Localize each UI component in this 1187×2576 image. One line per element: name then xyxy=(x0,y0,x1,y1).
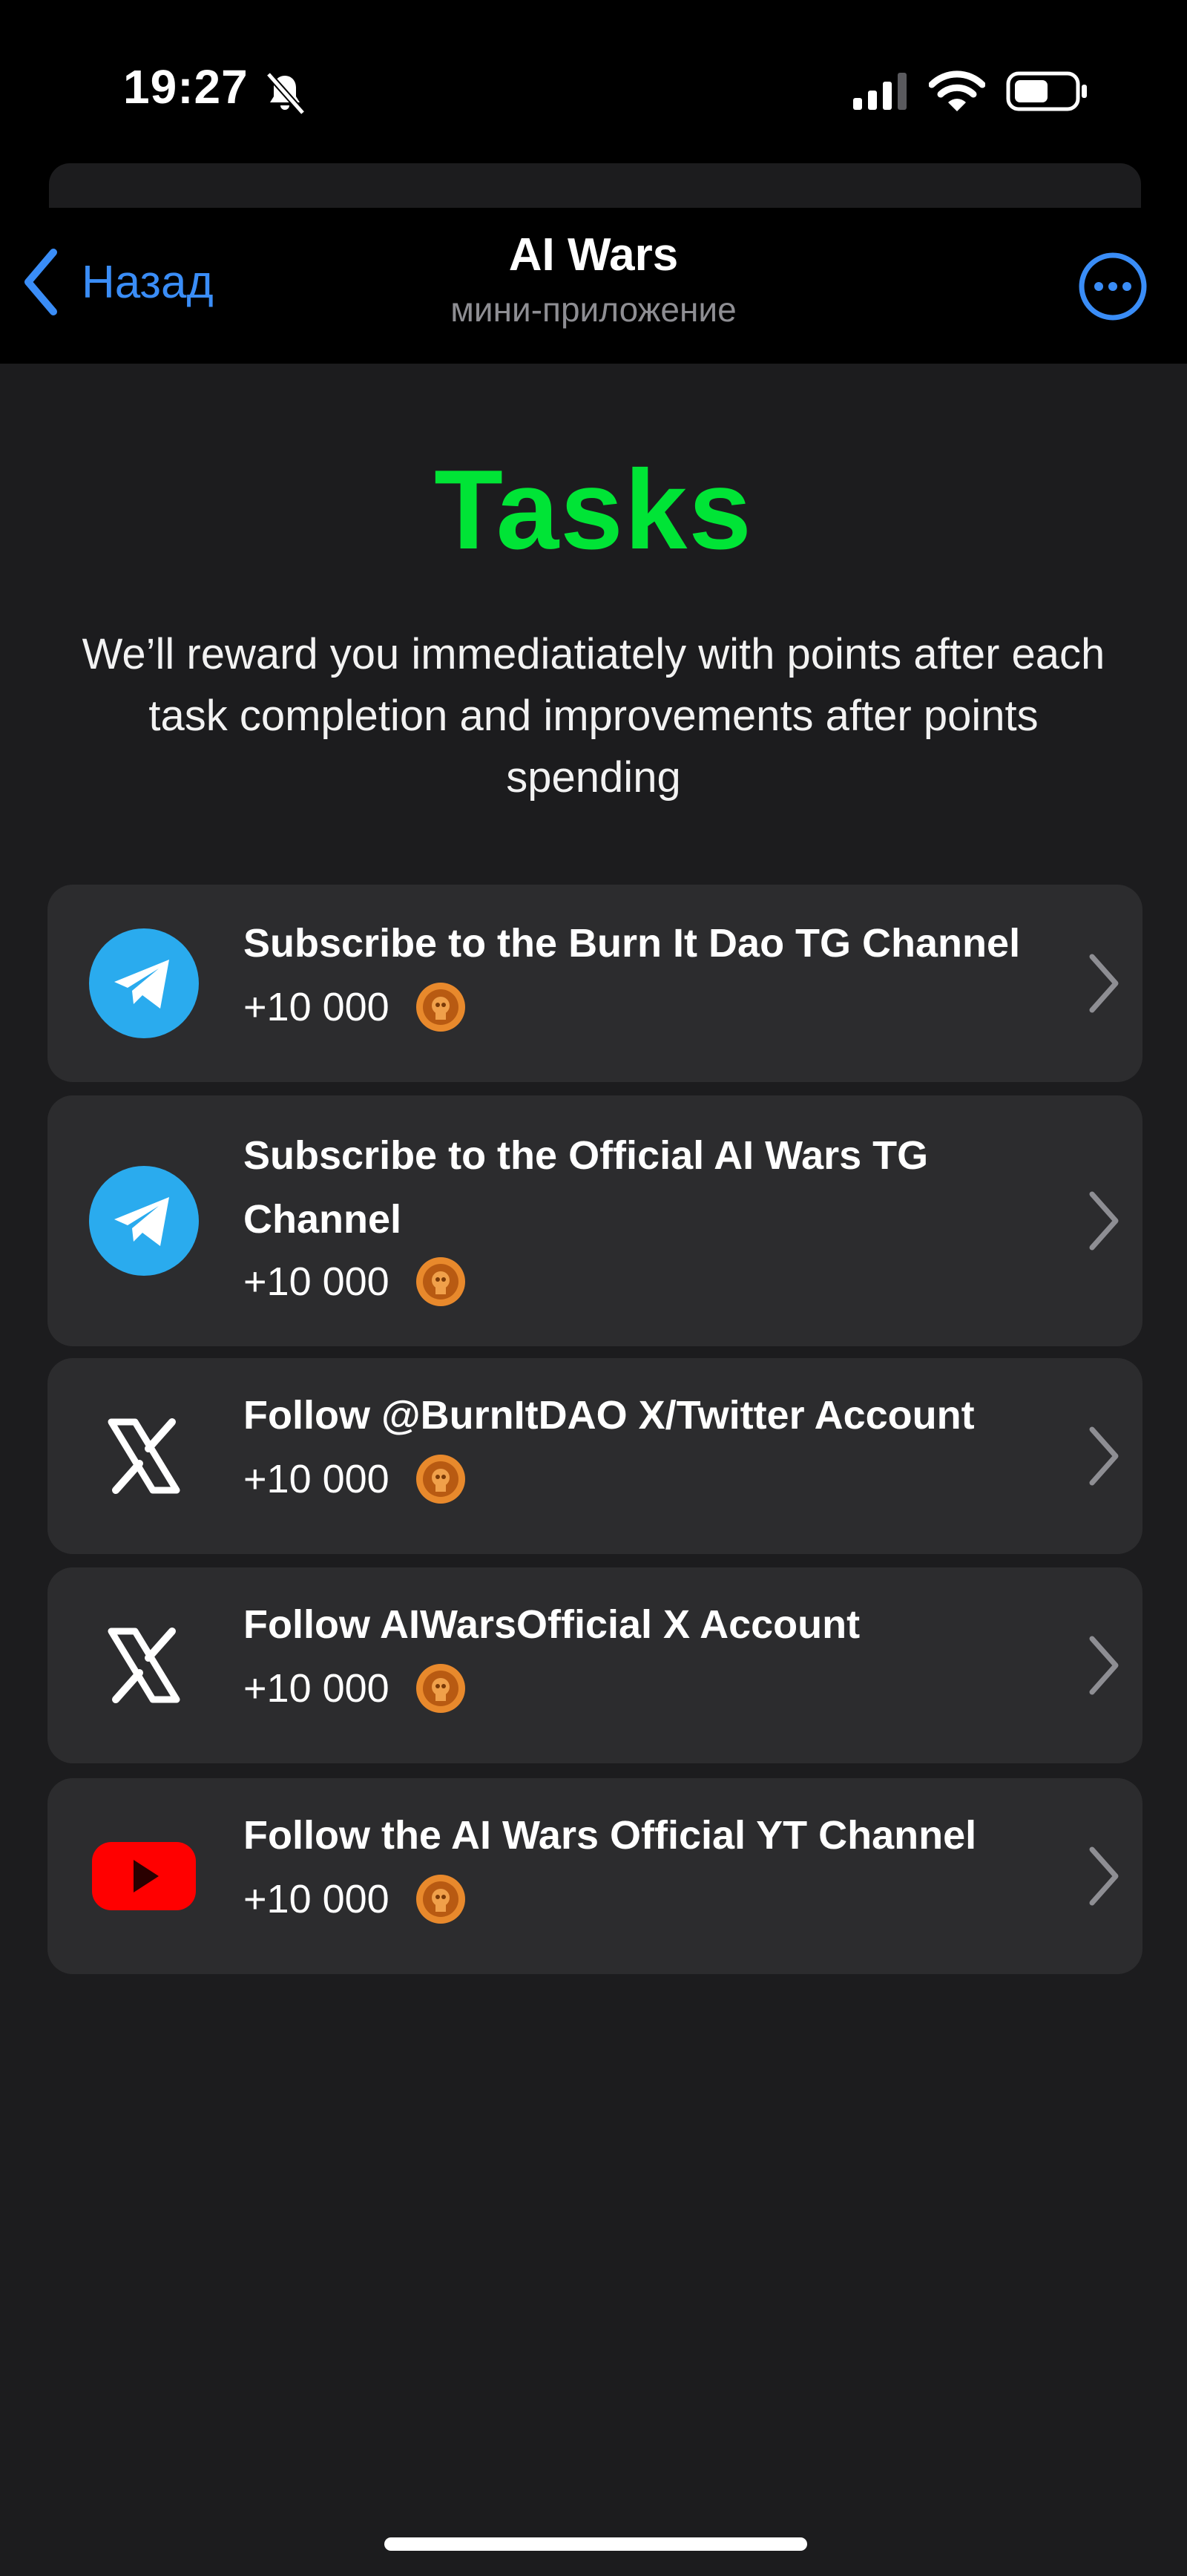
coin-icon xyxy=(415,1455,465,1504)
task-reward: +10 000 xyxy=(243,1877,389,1921)
sheet-top-edge xyxy=(49,163,1141,208)
task-title: Follow @BurnItDAO X/Twitter Account xyxy=(243,1393,975,1438)
coin-icon xyxy=(415,1664,465,1713)
task-card-aiwars-yt[interactable]: Follow the AI Wars Official YT Channel +… xyxy=(47,1778,1142,1974)
navigation-bar: Назад AI Wars мини-приложение xyxy=(0,208,1187,364)
page-title: Tasks xyxy=(434,447,753,573)
home-indicator[interactable] xyxy=(384,2537,807,2551)
task-card-aiwars-tg[interactable]: Subscribe to the Official AI Wars TG Cha… xyxy=(47,1095,1142,1346)
top-bar-area: 19:27 Назад AI Wars мини-приложение xyxy=(0,0,1187,364)
task-title: Subscribe to the Official AI Wars TG Cha… xyxy=(243,1133,929,1242)
task-reward: +10 000 xyxy=(243,1457,389,1501)
task-card-burnitdao-x[interactable]: Follow @BurnItDAO X/Twitter Account +10 … xyxy=(47,1358,1142,1554)
task-reward: +10 000 xyxy=(243,1666,389,1711)
chevron-right-icon xyxy=(1089,1846,1119,1906)
task-card-aiwars-x[interactable]: Follow AIWarsOfficial X Account +10 000 xyxy=(47,1567,1142,1763)
task-title: Subscribe to the Burn It Dao TG Channel xyxy=(243,921,1021,966)
coin-icon xyxy=(415,1875,465,1924)
task-reward-row: +10 000 xyxy=(243,1453,467,1505)
bell-slash-icon xyxy=(266,72,306,115)
telegram-icon xyxy=(89,928,199,1038)
coin-icon xyxy=(415,983,465,1032)
status-bar: 19:27 xyxy=(0,0,1187,163)
wifi-icon xyxy=(929,71,985,111)
telegram-icon xyxy=(89,1166,199,1276)
x-twitter-icon xyxy=(108,1418,180,1494)
task-reward: +10 000 xyxy=(243,985,389,1029)
task-title: Follow the AI Wars Official YT Channel xyxy=(243,1813,977,1858)
task-title: Follow AIWarsOfficial X Account xyxy=(243,1602,861,1647)
battery-icon xyxy=(1006,71,1087,111)
task-reward-row: +10 000 xyxy=(243,1873,467,1925)
task-card-burnitdao-tg[interactable]: Subscribe to the Burn It Dao TG Channel … xyxy=(47,885,1142,1082)
app-subtitle: мини-приложение xyxy=(450,290,737,329)
task-reward-row: +10 000 xyxy=(243,1256,467,1308)
task-reward-row: +10 000 xyxy=(243,981,467,1033)
status-time: 19:27 xyxy=(123,60,249,114)
task-reward-row: +10 000 xyxy=(243,1662,467,1714)
chevron-right-icon xyxy=(1089,954,1119,1013)
task-reward: +10 000 xyxy=(243,1259,389,1304)
more-options-icon[interactable] xyxy=(1077,251,1148,322)
youtube-icon xyxy=(92,1842,196,1910)
coin-icon xyxy=(415,1257,465,1306)
chevron-right-icon xyxy=(1089,1426,1119,1486)
signal-icon xyxy=(853,73,907,110)
app-title: AI Wars xyxy=(508,229,679,281)
chevron-right-icon xyxy=(1089,1636,1119,1695)
page-description: We’ll reward you immediatiately with poi… xyxy=(82,630,1105,802)
chevron-right-icon xyxy=(1089,1191,1119,1251)
x-twitter-icon xyxy=(108,1628,180,1703)
